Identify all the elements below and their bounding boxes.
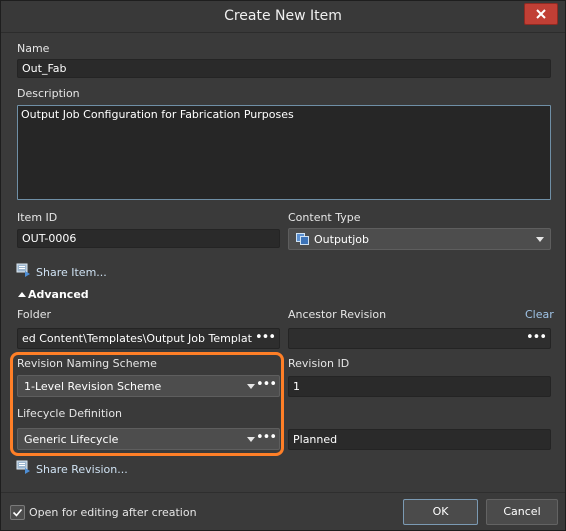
- share-icon: [16, 263, 30, 277]
- title-bar: Create New Item: [1, 1, 565, 33]
- revision-id-label: Revision ID: [288, 357, 350, 370]
- window-title: Create New Item: [224, 8, 342, 24]
- revision-id-value: 1: [293, 380, 300, 393]
- open-for-editing-checkbox[interactable]: [10, 505, 25, 520]
- highlight-callout: [10, 352, 284, 456]
- close-button[interactable]: [524, 3, 558, 25]
- description-field[interactable]: Output Job Configuration for Fabrication…: [17, 105, 551, 200]
- description-value: Output Job Configuration for Fabrication…: [21, 108, 294, 121]
- ancestor-revision-label: Ancestor Revision: [288, 308, 387, 321]
- description-label: Description: [17, 87, 80, 100]
- close-icon: [536, 9, 546, 19]
- chevron-up-icon: [18, 292, 26, 297]
- content-type-value: Outputjob: [314, 233, 369, 246]
- name-field[interactable]: Out_Fab: [17, 59, 551, 78]
- folder-label: Folder: [17, 308, 51, 321]
- open-for-editing-label: Open for editing after creation: [29, 506, 197, 519]
- lifecycle-state-field: Planned: [288, 429, 551, 450]
- name-value: Out_Fab: [22, 62, 67, 75]
- footer-divider: [1, 492, 565, 493]
- chevron-down-icon: [536, 237, 544, 242]
- lifecycle-state-value: Planned: [293, 433, 338, 446]
- outputjob-icon: [296, 233, 309, 245]
- ok-button[interactable]: OK: [403, 499, 478, 525]
- create-new-item-dialog: Create New Item Name Out_Fab Description…: [0, 0, 566, 531]
- content-type-dropdown[interactable]: Outputjob: [288, 228, 551, 250]
- item-id-label: Item ID: [17, 211, 58, 224]
- item-id-value: OUT-0006: [22, 232, 77, 245]
- folder-browse-button[interactable]: •••: [255, 331, 276, 344]
- share-icon: [16, 460, 30, 474]
- name-label: Name: [17, 42, 50, 55]
- share-revision-label: Share Revision...: [36, 463, 128, 476]
- share-item-label: Share Item...: [36, 266, 107, 279]
- advanced-label: Advanced: [28, 288, 89, 301]
- checkmark-icon: [12, 508, 23, 517]
- ancestor-revision-field[interactable]: •••: [288, 328, 551, 349]
- item-id-field[interactable]: OUT-0006: [17, 229, 280, 248]
- revision-id-field[interactable]: 1: [288, 376, 551, 397]
- folder-value: ed Content\Templates\Output Job Template…: [22, 332, 252, 345]
- ancestor-revision-browse-button[interactable]: •••: [526, 331, 547, 344]
- cancel-button[interactable]: Cancel: [486, 499, 558, 525]
- content-type-label: Content Type: [288, 211, 361, 224]
- folder-field[interactable]: ed Content\Templates\Output Job Template…: [17, 328, 280, 349]
- ancestor-revision-clear-link[interactable]: Clear: [525, 308, 554, 321]
